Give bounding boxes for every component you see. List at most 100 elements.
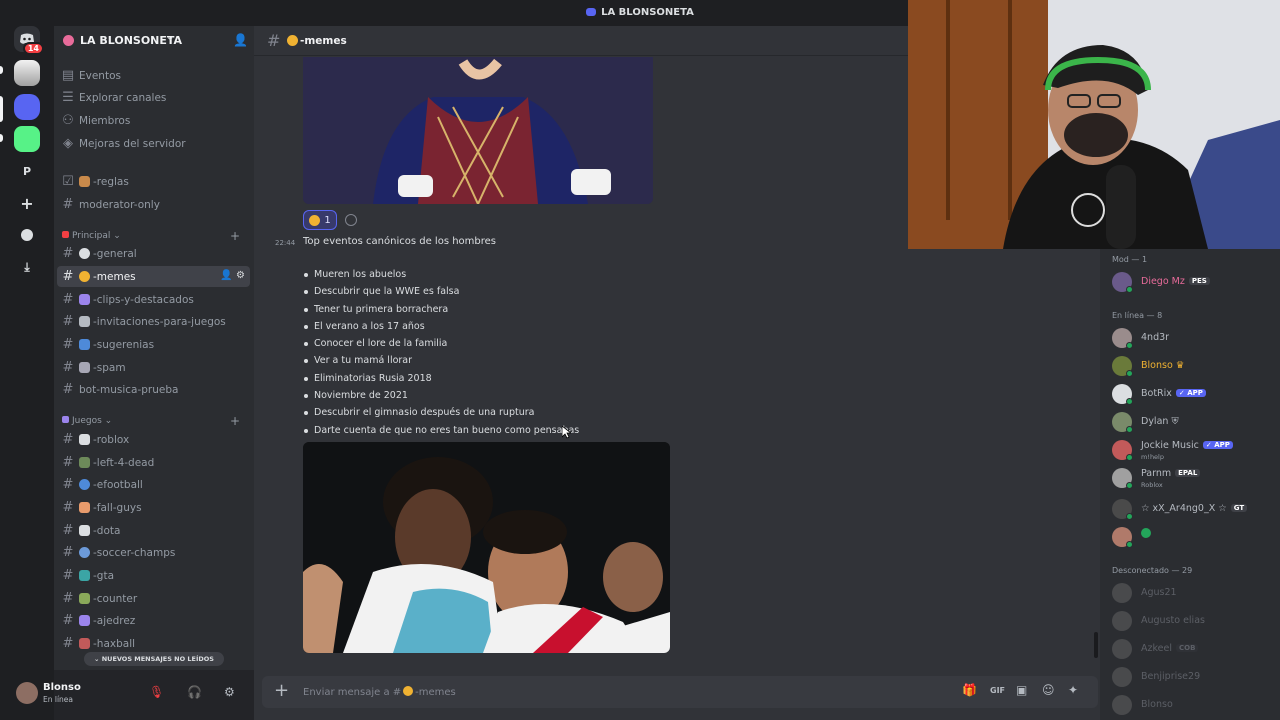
member-name: Blonso [1141,360,1173,371]
new-messages-pill[interactable]: ⌄ NUEVOS MENSAJES NO LEÍDOS [84,652,224,666]
headphones-icon[interactable]: 🎧 [187,685,202,699]
channel-spam[interactable]: # -spam [57,357,250,378]
member-blonso-offline[interactable]: Blonso [1112,693,1277,717]
member-augusto[interactable]: Augusto elias [1112,609,1277,633]
server-header[interactable]: LA BLONSONETA ⌄ 👤 [54,26,254,56]
list-item: Descubrir que la WWE es falsa [303,283,579,300]
member-name: Azkeel [1141,643,1172,654]
add-server-button[interactable]: + [14,190,40,216]
channel-label: -memes [93,270,136,283]
member-jockie[interactable]: Jockie Music ✓ APP m!help [1112,438,1277,462]
create-channel-icon[interactable]: + [230,414,240,428]
channel-reglas[interactable]: ☑ -reglas [57,171,250,192]
apps-icon[interactable]: ✦ [1068,683,1078,697]
member-arango[interactable]: ☆ xX_Ar4ng0_X ☆ GT [1112,497,1277,521]
status-online-dot [1126,541,1133,548]
status-online-dot [1126,454,1133,461]
status-online-dot [1126,426,1133,433]
ball-emoji [79,479,90,490]
channel-sugerenias[interactable]: # -sugerenias [57,334,250,355]
server-icon-blonsoneta[interactable] [14,94,40,120]
nav-events[interactable]: ▤ Eventos [57,65,250,86]
server-mini-icon [586,8,597,16]
channel-clips[interactable]: # -clips-y-destacados [57,289,250,310]
channel-dota[interactable]: # -dota [57,520,250,541]
settings-icon[interactable]: ⚙ [224,685,235,699]
message-timestamp: 22:44 [275,239,296,247]
member-tag: PES [1188,277,1210,285]
list-item: Ver a tu mamá llorar [303,352,579,369]
add-reaction-icon[interactable] [345,214,357,226]
member-unnamed[interactable] [1112,525,1277,549]
nav-browse-channels[interactable]: ☰ Explorar canales [57,87,250,108]
member-diego[interactable]: Diego Mz PES [1112,270,1277,294]
sticker-icon[interactable]: ▣ [1016,683,1027,697]
channel-invitaciones[interactable]: # -invitaciones-para-juegos [57,311,250,332]
channel-counter[interactable]: # -counter [57,588,250,609]
settings-icon[interactable]: ⚙ [236,270,245,281]
app-tag: ✓ APP [1202,441,1233,449]
channel-left-4-dead[interactable]: # -left-4-dead [57,452,250,473]
member-botrix[interactable]: BotRix ✓ APP [1112,382,1277,406]
avatar [1112,667,1132,687]
plus-icon: + [20,193,34,213]
channel-gta[interactable]: # -gta [57,565,250,586]
server-icon-p[interactable]: P [14,158,40,184]
invite-icon[interactable]: 👤 [220,270,232,281]
meme-image-1[interactable] [303,57,653,204]
server-icon-1[interactable] [14,60,40,86]
category-principal[interactable]: Principal ⌄ + [62,229,240,243]
gif-icon[interactable]: GIF [990,686,1005,695]
member-activity: Roblox [1141,481,1163,489]
app-tag: ✓ APP [1175,389,1206,397]
channel-moderator-only[interactable]: # moderator-only [57,194,250,215]
channel-label: -clips-y-destacados [93,293,194,306]
create-channel-icon[interactable]: + [230,229,240,243]
channel-memes[interactable]: # -memes 👤 ⚙ [57,266,250,287]
server-icon-3[interactable] [14,126,40,152]
mic-muted-icon[interactable]: 🎙 [149,685,164,699]
member-azkeel[interactable]: Azkeel COB [1112,637,1277,661]
list-item: Noviembre de 2021 [303,387,579,404]
channel-label: -fall-guys [93,501,142,514]
channel-fall-guys[interactable]: # -fall-guys [57,497,250,518]
member-dylan[interactable]: Dylan ⛨ [1112,410,1277,434]
reaction-laugh[interactable]: 1 [303,210,337,230]
channel-ajedrez[interactable]: # -ajedrez [57,610,250,631]
nav-members[interactable]: ⚇ Miembros [57,110,250,131]
list-icon: ☰ [62,90,74,105]
chat-scrollbar[interactable] [1094,632,1098,658]
nav-server-boost[interactable]: ◈ Mejoras del servidor [57,133,250,154]
avatar[interactable] [16,682,38,704]
meme-image-2[interactable] [303,442,670,653]
download-button[interactable]: ⤓ [14,254,40,280]
laugh-emoji [403,686,414,696]
gun-emoji [79,593,90,604]
speech-emoji [79,248,90,259]
list-item: Descubrir el gimnasio después de una rup… [303,404,579,421]
channel-haxball[interactable]: # -haxball [57,633,250,654]
member-4nd3r[interactable]: 4nd3r [1112,326,1277,350]
channel-roblox[interactable]: # -roblox [57,429,250,450]
new-messages-label: NUEVOS MENSAJES NO LEÍDOS [101,655,214,663]
direct-messages-button[interactable]: 14 [14,26,44,55]
member-agus21[interactable]: Agus21 [1112,581,1277,605]
member-benjiprise[interactable]: Benjiprise29 [1112,665,1277,689]
stadium-emoji [79,638,90,649]
channel-general[interactable]: # -general [57,243,250,264]
member-blonso[interactable]: Blonso ♛ [1112,354,1277,378]
channel-bot-musica[interactable]: # bot-musica-prueba [57,379,250,400]
gift-icon[interactable]: 🎁 [962,683,977,697]
channel-tools[interactable]: 👤 ⚙ [220,270,245,281]
category-juegos[interactable]: Juegos ⌄ + [62,414,240,428]
message-text: Top eventos canónicos de los hombres [303,236,497,247]
emoji-icon[interactable]: ☺ [1042,683,1055,697]
channel-efootball[interactable]: # -efootball [57,474,250,495]
status-online-dot [1126,286,1133,293]
message-composer[interactable]: + Enviar mensaje a # -memes 🎁 GIF ▣ ☺ ✦ [262,676,1098,708]
member-parnm[interactable]: Parnm EPAL Roblox [1112,466,1277,490]
add-member-icon[interactable]: 👤 [233,33,248,47]
explore-button[interactable] [14,222,40,248]
channel-soccer-champs[interactable]: # -soccer-champs [57,542,250,563]
attach-plus-icon[interactable]: + [274,680,289,701]
